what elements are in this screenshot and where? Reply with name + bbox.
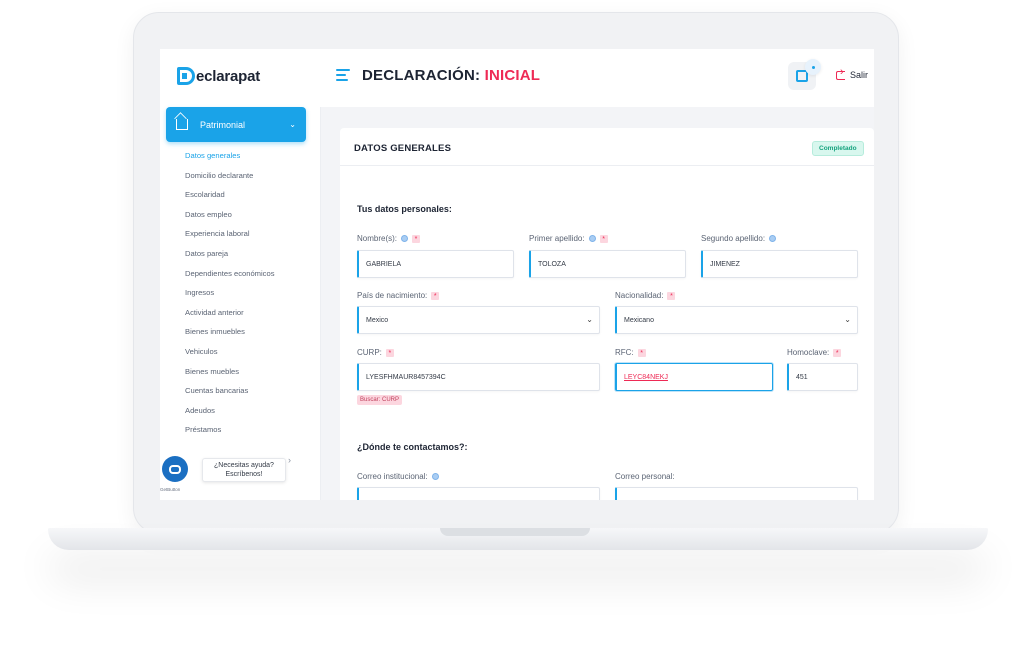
personal-section-title: Tus datos personales:: [357, 204, 452, 214]
sidebar-subitem[interactable]: Cuentas bancarias: [185, 385, 275, 405]
required-mark: *: [637, 348, 646, 357]
info-icon[interactable]: [769, 235, 777, 242]
info-icon[interactable]: [431, 473, 439, 480]
primer-apellido-label: Primer apellido: *: [529, 234, 608, 243]
sidebar: Patrimonial ⌄ Datos generales Domicilio d…: [160, 107, 320, 500]
correo-institucional-input[interactable]: [357, 487, 600, 500]
sidebar-subitem[interactable]: Actividad anterior: [185, 307, 275, 327]
sidebar-section-label: Patrimonial: [200, 119, 246, 130]
chevron-down-icon: ⌄: [586, 315, 593, 324]
sidebar-subitem[interactable]: Escolaridad: [185, 189, 275, 209]
required-mark: *: [667, 291, 676, 300]
pais-select[interactable]: Mexico ⌄: [357, 306, 600, 334]
nacionalidad-label: Nacionalidad: *: [615, 291, 676, 300]
rfc-input[interactable]: LEYC84NEKJ: [615, 363, 773, 391]
hamburger-menu-icon[interactable]: [336, 69, 350, 81]
nacionalidad-label-text: Nacionalidad:: [615, 291, 664, 300]
sidebar-subitem[interactable]: Dependientes económicos: [185, 268, 275, 288]
logout-icon: [836, 66, 845, 80]
pais-label: País de nacimiento: *: [357, 291, 440, 300]
primer-apellido-input[interactable]: TOLOZA: [529, 250, 686, 278]
app-logo[interactable]: eclarapat: [177, 67, 260, 85]
homoclave-label-text: Homoclave:: [787, 348, 830, 357]
rfc-label-text: RFC:: [615, 348, 634, 357]
required-mark: *: [833, 348, 842, 357]
logout-button[interactable]: Salir: [836, 66, 869, 80]
sidebar-submenu: Datos generales Domicilio declarante Escol…: [185, 150, 275, 444]
nombre-label-text: Nombre(s):: [357, 234, 398, 243]
page-title-accent: INICIAL: [484, 67, 541, 84]
segundo-apellido-label-text: Segundo apellido:: [701, 234, 766, 243]
help-tooltip[interactable]: ¿Necesitas ayuda? Escríbenos!: [202, 458, 286, 482]
sidebar-subitem[interactable]: Bienes muebles: [185, 366, 275, 386]
sidebar-subitem[interactable]: Vehiculos: [185, 346, 275, 366]
homoclave-input[interactable]: 451: [787, 363, 858, 391]
nacionalidad-select[interactable]: Mexicano ⌄: [615, 306, 858, 334]
rfc-label: RFC: *: [615, 348, 646, 357]
help-tooltip-line1: ¿Necesitas ayuda?: [214, 462, 274, 469]
laptop-notch: [440, 528, 590, 536]
correo-personal-input[interactable]: [615, 487, 858, 500]
logout-label: Salir: [850, 70, 869, 80]
sidebar-subitem[interactable]: Domicilio declarante: [185, 170, 275, 190]
correo-personal-label: Correo personal:: [615, 472, 675, 481]
homoclave-label: Homoclave: *: [787, 348, 842, 357]
nacionalidad-select-value: Mexicano: [624, 316, 654, 324]
pais-select-value: Mexico: [366, 316, 389, 324]
curp-label-text: CURP:: [357, 348, 382, 357]
page-title: DECLARACIÓN: INICIAL: [362, 67, 540, 84]
rfc-input-value: LEYC84NEKJ: [624, 373, 668, 381]
sidebar-subitem[interactable]: Datos pareja: [185, 248, 275, 268]
required-mark: *: [599, 234, 608, 243]
chevron-down-icon: ⌄: [289, 120, 296, 129]
info-icon[interactable]: [588, 235, 596, 242]
page-title-prefix: DECLARACIÓN:: [362, 67, 481, 84]
notification-dot-icon: [805, 59, 821, 75]
card-title: DATOS GENERALES: [354, 143, 452, 154]
chevron-down-icon: ⌄: [844, 315, 851, 324]
correo-personal-label-text: Correo personal:: [615, 472, 675, 481]
pais-label-text: País de nacimiento:: [357, 291, 428, 300]
chat-bubble-icon: [169, 464, 181, 474]
required-mark: *: [385, 348, 394, 357]
logo-text: eclarapat: [196, 67, 261, 85]
correo-institucional-label-text: Correo institucional:: [357, 472, 428, 481]
contact-section-title: ¿Dónde te contactamos?:: [357, 442, 468, 452]
nombre-input[interactable]: GABRIELA: [357, 250, 514, 278]
correo-institucional-label: Correo institucional:: [357, 472, 439, 481]
help-tooltip-line2: Escríbenos!: [225, 471, 263, 478]
required-mark: *: [431, 291, 440, 300]
sidebar-subitem[interactable]: Ingresos: [185, 287, 275, 307]
curp-label: CURP: *: [357, 348, 394, 357]
segundo-apellido-label: Segundo apellido:: [701, 234, 777, 243]
info-icon[interactable]: [401, 235, 409, 242]
required-mark: *: [412, 234, 421, 243]
sidebar-subitem[interactable]: Experiencia laboral: [185, 228, 275, 248]
buscar-curp-button[interactable]: Buscar: CURP: [357, 395, 403, 405]
logo-d-icon: [177, 67, 195, 85]
primer-apellido-label-text: Primer apellido:: [529, 234, 585, 243]
nombre-label: Nombre(s): *: [357, 234, 421, 243]
app-screen: eclarapat DECLARACIÓN: INICIAL Salir Pat…: [160, 49, 874, 500]
sidebar-item-patrimonial[interactable]: Patrimonial ⌄: [166, 107, 306, 142]
chat-help-button[interactable]: [162, 456, 188, 482]
curp-input[interactable]: LYESFHMAUR8457394C: [357, 363, 600, 391]
sidebar-subitem[interactable]: Préstamos: [185, 424, 275, 444]
sidebar-subitem[interactable]: Datos empleo: [185, 209, 275, 229]
getbutton-brand: GetButton: [160, 487, 181, 492]
sidebar-subitem[interactable]: Bienes inmuebles: [185, 326, 275, 346]
sidebar-subitem[interactable]: Datos generales: [185, 150, 275, 170]
home-icon: [176, 119, 188, 130]
sidebar-subitem[interactable]: Adeudos: [185, 405, 275, 425]
chevron-right-icon: ›: [288, 455, 291, 465]
status-badge: Completado: [812, 141, 864, 156]
card-header: DATOS GENERALES Completado: [340, 128, 874, 166]
segundo-apellido-input[interactable]: JIMENEZ: [701, 250, 858, 278]
datos-generales-card: DATOS GENERALES Completado Tus datos per…: [340, 128, 874, 500]
